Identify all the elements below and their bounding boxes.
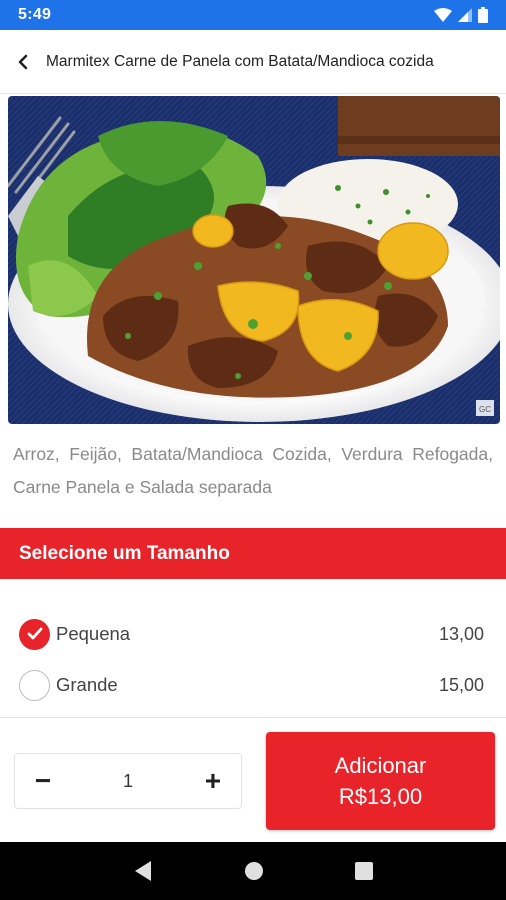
- recents-square-icon[interactable]: [354, 862, 373, 880]
- battery-icon: [478, 7, 488, 23]
- status-icons: [434, 7, 488, 23]
- increase-quantity-button[interactable]: +: [185, 753, 241, 809]
- back-triangle-icon[interactable]: [133, 860, 153, 882]
- plus-icon: +: [204, 765, 222, 796]
- size-option-price: 13,00: [438, 623, 484, 644]
- divider: [0, 717, 506, 718]
- decrease-quantity-button[interactable]: −: [15, 753, 71, 809]
- chevron-left-icon: [18, 54, 28, 69]
- system-nav-bar: [0, 842, 506, 900]
- size-option-label: Pequena: [56, 623, 131, 644]
- add-button-price: R$13,00: [338, 784, 423, 809]
- back-button[interactable]: [0, 30, 46, 94]
- size-option-grande[interactable]: Grande 15,00: [0, 660, 506, 710]
- quantity-stepper: − 1 +: [14, 753, 242, 809]
- radio-checked-icon[interactable]: [19, 618, 50, 650]
- radio-unchecked-icon[interactable]: [19, 669, 50, 701]
- signal-icon: [458, 8, 472, 22]
- page-title: Marmitex Carne de Panela com Batata/Mand…: [46, 52, 434, 70]
- image-badge: GC: [479, 405, 491, 414]
- status-bar: 5:49: [0, 0, 506, 30]
- app-bar: Marmitex Carne de Panela com Batata/Mand…: [0, 30, 506, 94]
- size-option-label: Grande: [56, 674, 118, 695]
- wifi-icon: [434, 8, 452, 22]
- home-circle-icon[interactable]: [244, 861, 264, 881]
- checkmark-icon: [27, 627, 42, 640]
- size-option-price: 15,00: [438, 674, 484, 695]
- product-description: Arroz, Feijão, Batata/Mandioca Cozida, V…: [13, 444, 493, 497]
- size-option-pequena[interactable]: Pequena 13,00: [0, 609, 506, 659]
- add-to-cart-button[interactable]: Adicionar R$13,00: [266, 732, 495, 830]
- size-section-title: Selecione um Tamanho: [19, 542, 230, 564]
- quantity-value: 1: [122, 770, 133, 791]
- add-button-label: Adicionar: [334, 753, 427, 778]
- minus-icon: −: [34, 765, 52, 796]
- size-section-header: Selecione um Tamanho: [0, 528, 506, 579]
- status-time: 5:49: [18, 6, 52, 23]
- product-image: GC: [8, 96, 500, 424]
